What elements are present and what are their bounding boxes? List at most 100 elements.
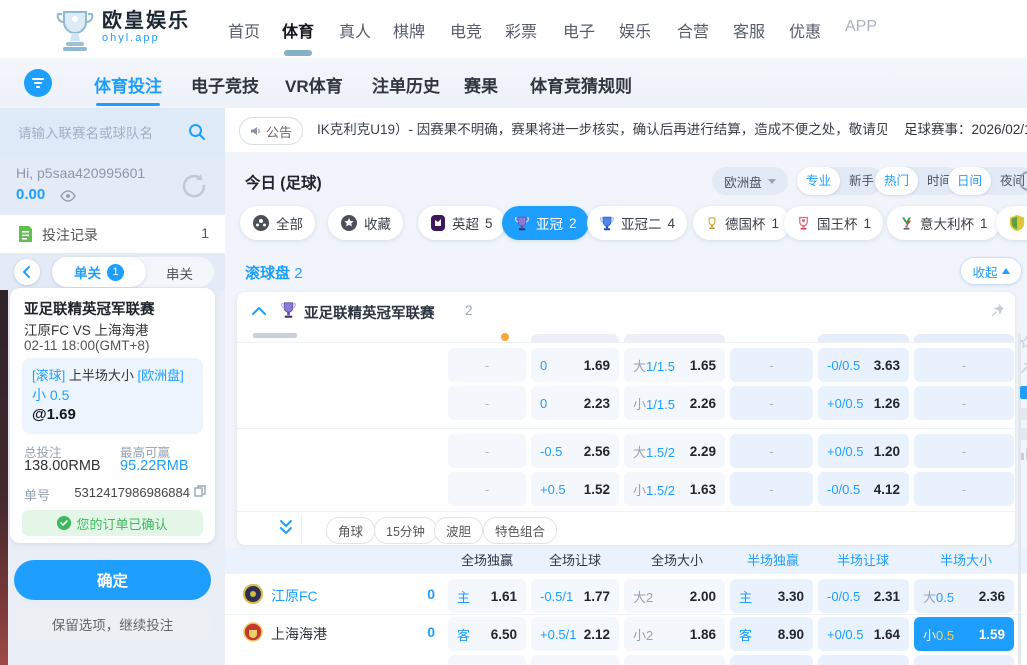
odds-cell[interactable]: +0/0.51.20 [818,434,909,468]
odds-cell[interactable]: 01.69 [531,348,619,382]
topnav-entertainment[interactable]: 娱乐 [619,18,651,42]
topnav-app[interactable]: APP [845,18,877,36]
notice-badge-label: 公告 [266,122,292,141]
scrollbar[interactable] [1018,333,1021,665]
league-tab-acl[interactable]: 亚冠 2 [502,206,589,240]
bet-record-count: 1 [201,225,209,241]
odds-cell[interactable]: +0.5/12.12 [531,617,619,651]
home-team-score: 0 [421,586,435,602]
subnav-rules[interactable]: 体育竞猜规则 [530,72,632,97]
subnav-results[interactable]: 赛果 [464,72,498,97]
clipped-gray-badge[interactable] [1020,428,1027,440]
day-segment[interactable]: 日间 [948,167,991,195]
odds-cell[interactable]: +0/0.51.26 [818,386,909,420]
odds-cell[interactable]: -0/0.54.12 [818,472,909,506]
league-tab-copa-del-rey[interactable]: 国王杯 1 [784,206,883,240]
filter-menu-icon[interactable] [24,69,52,97]
topnav-affiliate[interactable]: 合营 [677,18,709,42]
league-tab-epl[interactable]: 英超 5 [418,206,505,240]
odds-cell[interactable]: 大1.5/22.29 [624,434,725,468]
topnav-live-casino[interactable]: 真人 [339,18,371,42]
live-odds-bar: 滚球盘 2 收起 [225,254,1027,290]
subnav-sports-betting[interactable]: 体育投注 [94,72,162,97]
odds-cell-empty: - [914,434,1014,468]
topnav-home[interactable]: 首页 [228,18,260,42]
topnav-esports[interactable]: 电竞 [450,18,482,42]
odds-cell[interactable]: 02.23 [531,386,619,420]
odds-cell[interactable]: 小1.5/21.63 [624,472,725,506]
odds-cell[interactable]: -0.52.56 [531,434,619,468]
odds-cell[interactable]: -0/0.53.63 [818,348,909,382]
odds-cell[interactable]: 小1/1.52.26 [624,386,725,420]
bet-record-row[interactable]: 投注记录 1 [0,215,225,253]
odds-cell[interactable]: -0.5/11.77 [531,579,619,613]
mode-pro[interactable]: 专业 [797,167,840,195]
home-team-name[interactable]: 江原FC [271,586,318,606]
topnav-lottery[interactable]: 彩票 [505,18,537,42]
odds-cell[interactable]: 主1.61 [448,579,526,613]
double-chevron-down-icon[interactable] [279,519,293,537]
eye-icon[interactable] [60,190,76,202]
odds-cell[interactable]: 主3.30 [730,579,813,613]
search-icon[interactable] [188,123,206,141]
market-pill-specials[interactable]: 特色组合 [483,517,557,544]
league-tab-favorites[interactable]: 收藏 [328,206,403,240]
copy-icon[interactable] [194,485,206,497]
odds-cell[interactable]: 客8.90 [730,617,813,651]
league-card-header[interactable]: 亚足联精英冠军联赛 2 [237,292,1015,330]
market-type-select[interactable]: 欧洲盘 [712,167,788,195]
brand-block[interactable]: 欧皇娱乐 ohyl.app [102,10,190,44]
away-team-score: 0 [421,624,435,640]
topnav-sports[interactable]: 体育 [282,18,314,42]
topnav-board-games[interactable]: 棋牌 [393,18,425,42]
subnav-bet-history[interactable]: 注单历史 [372,72,440,97]
league-tab-acl2[interactable]: 亚冠二 4 [587,206,687,240]
events-date-label[interactable]: 足球赛事：2026/02/11 1 [904,108,1027,152]
odds-cell[interactable]: +0/0.51.64 [818,617,909,651]
collapse-button[interactable]: 收起 [960,257,1022,285]
topnav-slots[interactable]: 电子 [563,18,595,42]
star-outline-icon[interactable] [1020,336,1027,349]
clipped-cell [818,655,909,665]
sort-hot[interactable]: 热门 [875,167,918,195]
refresh-balance-icon[interactable] [180,172,208,200]
odds-cell[interactable]: 小21.86 [624,617,725,651]
market-pill-correct-score[interactable]: 波胆 [434,517,483,544]
market-pill-corners[interactable]: 角球 [326,517,375,544]
clipped-blue-badge[interactable] [1020,386,1027,399]
notice-message: IK克利克U19）- 因赛果不明确，赛果将进一步核实，确认后再进行结算，造成不便… [317,108,887,152]
league-tab-clipped[interactable] [996,206,1027,240]
topnav-promo[interactable]: 优惠 [789,18,821,42]
odds-cell[interactable]: 大1/1.51.65 [624,348,725,382]
pin-icon[interactable] [991,303,1005,317]
topnav-support[interactable]: 客服 [733,18,765,42]
market-pill-15min[interactable]: 15分钟 [374,517,437,544]
back-button[interactable] [14,259,40,285]
league-tab-all[interactable]: 全部 [240,206,315,240]
refresh-list-icon[interactable] [1016,168,1027,194]
league-tab-coppa-italia[interactable]: 意大利杯 1 [887,206,1000,240]
star-icon [340,214,358,232]
col-fulltime-ou: 全场大小 [651,548,703,574]
odds-cell-selected[interactable]: 小0.51.59 [914,617,1014,651]
odds-cell[interactable]: 大22.00 [624,579,725,613]
tab-parlay[interactable]: 串关 [166,263,193,283]
odds-cell[interactable]: +0.51.52 [531,472,619,506]
search-input[interactable] [16,120,178,146]
subnav-esports[interactable]: 电子竞技 [191,72,259,97]
keep-options-button[interactable]: 保留选项，继续投注 [14,606,211,642]
clipped-gray-badge[interactable] [1020,408,1027,420]
odds-cell[interactable]: 客6.50 [448,617,526,651]
clipped-cell [531,655,619,665]
odds-cell[interactable]: 大0.52.36 [914,579,1014,613]
external-link-icon[interactable] [1020,362,1027,374]
stats-bars-icon[interactable] [1020,448,1027,460]
confirm-button[interactable]: 确定 [14,560,211,600]
german-cup-icon [705,215,719,232]
chevron-up-icon[interactable] [252,306,266,315]
tab-single-bet[interactable]: 单关 1 [52,257,146,287]
odds-cell[interactable]: -0/0.52.31 [818,579,909,613]
away-team-name[interactable]: 上海海港 [271,624,327,644]
league-tab-german-cup[interactable]: 德国杯 1 [693,206,791,240]
subnav-vr-sports[interactable]: VR体育 [285,72,343,97]
